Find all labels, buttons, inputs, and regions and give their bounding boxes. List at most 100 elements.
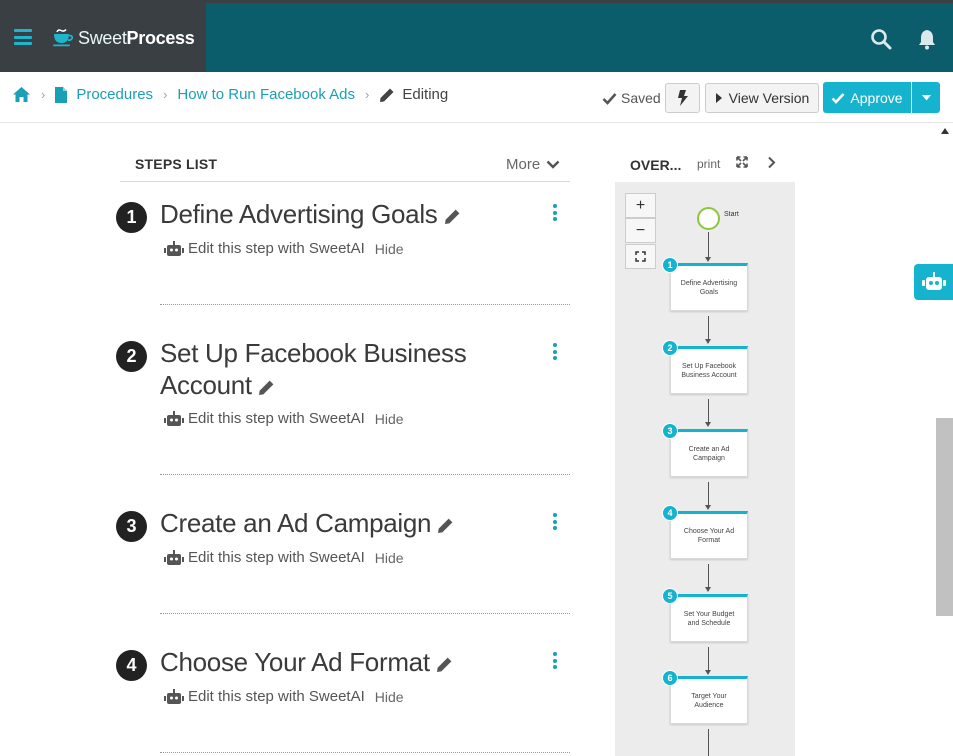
lightning-bolt-icon	[677, 90, 688, 106]
approve-dropdown-button[interactable]	[912, 82, 940, 113]
search-icon[interactable]	[870, 28, 892, 50]
step-title-text: Set Up Facebook Business Account	[160, 338, 467, 400]
flow-connector	[708, 729, 709, 756]
flow-connector	[708, 564, 709, 588]
robot-icon	[164, 410, 184, 426]
flow-node[interactable]: Set Your Budget and Schedule	[670, 594, 748, 642]
saved-label: Saved	[621, 90, 661, 106]
hamburger-menu-icon[interactable]	[14, 29, 32, 45]
more-label: More	[506, 156, 541, 173]
zoom-out-button[interactable]: −	[625, 218, 656, 243]
sweetai-edit-link[interactable]: Edit this step with SweetAI	[188, 688, 365, 705]
steps-list-header: STEPS LIST	[135, 156, 218, 172]
view-version-button[interactable]: View Version	[705, 83, 819, 113]
flow-start-node[interactable]	[697, 207, 720, 230]
edit-pencil-icon[interactable]	[258, 379, 275, 396]
approve-label: Approve	[850, 89, 903, 106]
sweetai-edit-link[interactable]: Edit this step with SweetAI	[188, 410, 365, 427]
scroll-up-arrow-icon[interactable]	[941, 128, 949, 134]
step-title[interactable]: Define Advertising Goals	[160, 198, 480, 230]
document-icon	[55, 86, 68, 103]
view-version-label: View Version	[728, 90, 810, 106]
check-icon	[832, 92, 845, 104]
flow-node-badge: 5	[662, 588, 678, 604]
app-header: SweetProcess	[0, 3, 953, 72]
bell-icon[interactable]	[916, 28, 938, 50]
step-options-icon[interactable]	[552, 513, 558, 531]
flow-node[interactable]: Choose Your Ad Format	[670, 511, 748, 559]
flow-connector	[708, 232, 709, 258]
sweetai-edit-row: Edit this step with SweetAI Hide	[164, 549, 404, 566]
flow-node-badge: 4	[662, 505, 678, 521]
breadcrumb-separator: ›	[365, 87, 370, 102]
step-options-icon[interactable]	[552, 204, 558, 222]
flow-arrow	[705, 422, 711, 427]
breadcrumb-separator: ›	[41, 87, 46, 102]
flow-node[interactable]: Define Advertising Goals	[670, 263, 748, 311]
step-options-icon[interactable]	[552, 343, 558, 361]
step-options-icon[interactable]	[552, 652, 558, 670]
sweetai-edit-link[interactable]: Edit this step with SweetAI	[188, 549, 365, 566]
flow-node-badge: 3	[662, 423, 678, 439]
flow-start-label: Start	[724, 211, 739, 218]
overview-title: OVER...	[630, 157, 682, 173]
step-divider	[160, 304, 570, 305]
approve-button[interactable]: Approve	[823, 82, 911, 113]
flow-node-badge: 2	[662, 340, 678, 356]
overview-flowchart[interactable]: + − Start Define Advertising Goals 1 Set…	[615, 182, 795, 756]
step-divider	[160, 474, 570, 475]
hide-link[interactable]: Hide	[375, 241, 404, 257]
expand-icon[interactable]	[736, 156, 748, 168]
zoom-in-button[interactable]: +	[625, 193, 656, 218]
step-title[interactable]: Choose Your Ad Format	[160, 646, 480, 678]
hide-link[interactable]: Hide	[375, 411, 404, 427]
divider	[120, 181, 570, 182]
step-title[interactable]: Create an Ad Campaign	[160, 507, 480, 539]
fit-view-button[interactable]	[625, 244, 656, 269]
fit-screen-icon	[635, 251, 646, 262]
sweetai-edit-row: Edit this step with SweetAI Hide	[164, 240, 404, 257]
saved-status: Saved	[602, 90, 661, 106]
brand-sweet: Sweet	[78, 27, 127, 48]
home-icon[interactable]	[12, 86, 31, 103]
app-logo[interactable]: SweetProcess	[52, 26, 195, 50]
sweetai-assistant-button[interactable]	[914, 264, 953, 300]
overview-header: OVER... print	[615, 144, 795, 182]
chevron-right-icon[interactable]	[767, 156, 776, 169]
chevron-down-icon	[546, 160, 560, 169]
step-number: 3	[116, 511, 147, 542]
sweetai-edit-row: Edit this step with SweetAI Hide	[164, 688, 404, 705]
brand-process: Process	[126, 27, 195, 48]
edit-pencil-icon[interactable]	[436, 656, 453, 673]
flow-arrow	[705, 670, 711, 675]
brand-name: SweetProcess	[78, 27, 195, 49]
breadcrumb-procedure-name[interactable]: How to Run Facebook Ads	[177, 86, 355, 103]
quick-action-button[interactable]	[665, 83, 700, 113]
hide-link[interactable]: Hide	[375, 689, 404, 705]
robot-icon	[164, 240, 184, 256]
sweetai-edit-link[interactable]: Edit this step with SweetAI	[188, 240, 365, 257]
step-number: 2	[116, 341, 147, 372]
more-dropdown[interactable]: More	[506, 156, 560, 173]
sweetai-edit-row: Edit this step with SweetAI Hide	[164, 410, 404, 427]
robot-icon	[164, 549, 184, 565]
edit-pencil-icon[interactable]	[444, 208, 461, 225]
flow-node[interactable]: Set Up Facebook Business Account	[670, 346, 748, 394]
breadcrumb-separator: ›	[163, 87, 168, 102]
step-title[interactable]: Set Up Facebook Business Account	[160, 337, 480, 401]
scrollbar-thumb[interactable]	[936, 418, 953, 616]
breadcrumb-current-mode: Editing	[402, 86, 449, 103]
robot-icon	[921, 272, 946, 290]
flow-node[interactable]: Target Your Audience	[670, 676, 748, 724]
pencil-icon	[380, 88, 394, 102]
step-number: 1	[116, 202, 147, 233]
robot-icon	[164, 688, 184, 704]
breadcrumb-procedures[interactable]: Procedures	[76, 86, 153, 103]
flow-arrow	[705, 257, 711, 262]
flow-node[interactable]: Create an Ad Campaign	[670, 429, 748, 477]
flow-node-badge: 1	[662, 257, 678, 273]
hide-link[interactable]: Hide	[375, 550, 404, 566]
edit-pencil-icon[interactable]	[437, 517, 454, 534]
flow-arrow	[705, 587, 711, 592]
print-link[interactable]: print	[697, 157, 720, 171]
